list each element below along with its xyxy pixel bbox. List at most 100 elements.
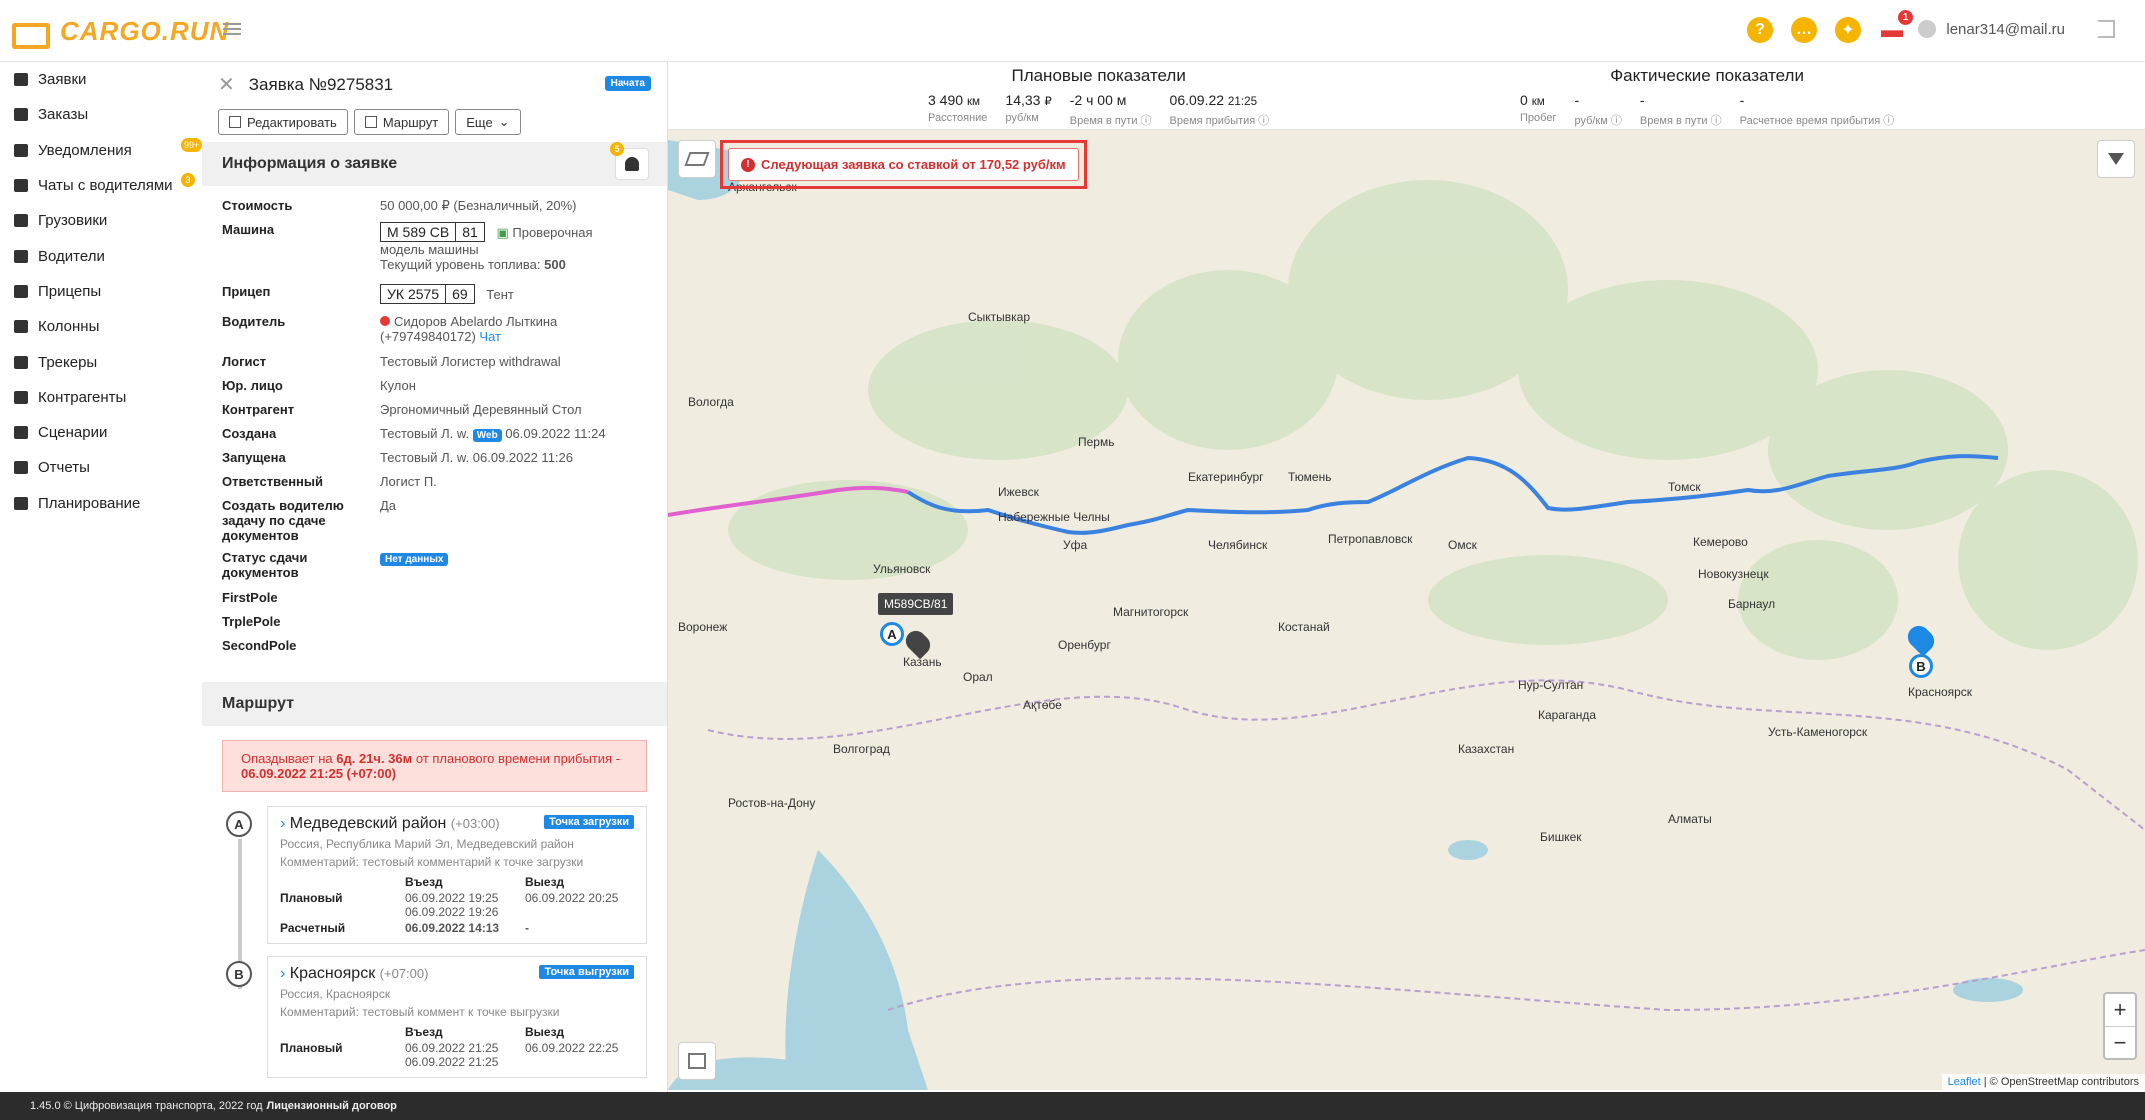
map-city-label: Караганда	[1538, 708, 1597, 722]
license-link[interactable]: Лицензионный договор	[267, 1100, 397, 1112]
sidebar-item[interactable]: Грузовики	[0, 203, 202, 238]
docs-status-badge: Нет данных	[380, 553, 449, 566]
trailer-plate[interactable]: УК 2575 69	[380, 284, 475, 304]
filter-icon	[2108, 153, 2124, 165]
menu-toggle-icon[interactable]	[223, 20, 241, 38]
sidebar-item[interactable]: Сценарии	[0, 415, 202, 450]
alert-icon: !	[741, 157, 755, 172]
route-button[interactable]: Маршрут	[353, 109, 450, 135]
sidebar-item[interactable]: Уведомления 99+	[0, 133, 203, 168]
contractor-icon	[14, 390, 28, 404]
sidebar-item[interactable]: Прицепы	[0, 274, 202, 309]
stat-item: - Расчетное время прибытия ⓘ	[1739, 92, 1895, 127]
bell-icon	[625, 157, 639, 171]
leaflet-link[interactable]: Leaflet	[1948, 1076, 1981, 1088]
stat-item: 06.09.22 21:25 Время прибытия ⓘ	[1169, 92, 1270, 127]
logout-icon[interactable]	[2097, 20, 2115, 38]
convoy-icon	[14, 320, 28, 334]
zoom-in-button[interactable]: +	[2105, 994, 2135, 1026]
zoom-out-button[interactable]: −	[2105, 1026, 2135, 1058]
driver-chat-link[interactable]: Чат	[479, 329, 501, 344]
chevron-right-icon[interactable]: ›	[280, 965, 285, 982]
map-city-label: Бишкек	[1540, 830, 1582, 844]
sidebar-item[interactable]: Планирование	[0, 486, 202, 521]
logo[interactable]: CARGO.RUN	[12, 16, 229, 49]
map-city-label: Алматы	[1668, 812, 1712, 826]
sidebar-item[interactable]: Заказы	[0, 97, 202, 132]
map-city-label: Ростов-на-Дону	[728, 796, 816, 810]
waypoint-times: Въезд Выезд Плановый 06.09.2022 21:25 06.09…	[280, 1025, 619, 1069]
filter-button[interactable]	[2097, 140, 2135, 178]
map-city-label: Ульяновск	[873, 562, 931, 576]
user-email: lenar314@mail.ru	[1946, 20, 2065, 38]
more-button[interactable]: Еще ⌄	[455, 109, 521, 135]
user-menu[interactable]: lenar314@mail.ru	[1918, 20, 2065, 38]
map-city-label: Пермь	[1078, 435, 1115, 449]
help-icon[interactable]: ?	[1747, 17, 1773, 43]
truck-label[interactable]: М589СВ/81	[878, 593, 954, 615]
order-title: Заявка №9275831	[248, 74, 394, 94]
order-panel: ✕ Заявка №9275831 Начата Редактировать М…	[202, 62, 668, 1092]
route-section-header: Маршрут	[202, 682, 667, 726]
action-buttons: Редактировать Маршрут Еще ⌄	[218, 109, 651, 135]
truck-badge: 1	[1898, 10, 1913, 25]
waypoint-letter: A	[226, 811, 252, 837]
next-order-highlight: ! Следующая заявка со ставкой от 170,52 …	[720, 140, 1087, 189]
map-city-label: Ижевск	[998, 485, 1039, 499]
sidebar-item[interactable]: Чаты с водителями 3	[0, 168, 202, 203]
map-city-label: Омск	[1448, 538, 1477, 552]
map[interactable]: Архангельск Сыктывкар Вологда Пермь Екатерин…	[668, 130, 2145, 1090]
zoom-control: + −	[2103, 992, 2137, 1060]
next-order-alert[interactable]: ! Следующая заявка со ставкой от 170,52 …	[728, 148, 1079, 181]
sidebar-item[interactable]: Контрагенты	[0, 380, 202, 415]
layers-icon	[684, 152, 710, 166]
status-dot	[380, 316, 390, 326]
layers-button[interactable]	[678, 140, 716, 178]
map-city-label: Петропавловск	[1328, 532, 1413, 546]
waypoint-a[interactable]: A › Медведевский район (+03:00) Точка за…	[226, 806, 647, 989]
sidebar-item[interactable]: Водители	[0, 238, 202, 273]
status-badge: Начата	[604, 76, 651, 91]
info-section-header: Информация о заявке 5	[202, 142, 667, 186]
stat-item: - Время в пути ⓘ	[1639, 92, 1722, 127]
close-icon[interactable]: ✕	[218, 72, 235, 97]
chevron-right-icon[interactable]: ›	[280, 815, 285, 832]
sidebar-item[interactable]: Колонны	[0, 309, 202, 344]
waypoint-letter: B	[226, 961, 252, 987]
map-city-label: Сыктывкар	[968, 310, 1031, 324]
stats-bar: Плановые показатели 3 490 км Расстояние 14…	[668, 62, 2145, 130]
waypoint-times: Въезд Выезд Плановый 06.09.2022 19:25 06.09…	[280, 875, 619, 935]
waypoint-b[interactable]: B › Красноярск (+07:00) Точка выгрузки Р…	[226, 956, 647, 1078]
truck-alert-icon[interactable]: ▬ 1	[1879, 10, 1913, 43]
map-city-label: Кемерово	[1693, 535, 1748, 549]
sidebar-item[interactable]: Трекеры	[0, 344, 202, 379]
sidebar-item[interactable]: Отчеты	[0, 450, 202, 485]
map-city-label: Усть-Каменогорск	[1768, 725, 1868, 739]
cart-icon	[14, 108, 28, 122]
marker-b[interactable]: B	[1909, 654, 1933, 678]
sidebar-item-label: Сценарии	[38, 424, 108, 442]
bell-button[interactable]: 5	[610, 142, 649, 180]
chat-icon	[14, 179, 28, 193]
panel-header: ✕ Заявка №9275831 Начата Редактировать М…	[202, 62, 667, 142]
stat-item: - руб/км ⓘ	[1574, 92, 1622, 127]
map-view-button[interactable]	[678, 1042, 716, 1080]
row-secondpole: SecondPole	[222, 638, 297, 653]
map-city-label: Воронеж	[678, 620, 728, 634]
bell-icon	[14, 143, 28, 157]
stat-item: 14,33 ₽ руб/км	[1005, 92, 1052, 124]
driver-name[interactable]: Сидоров Abelardo Лыткина	[394, 314, 557, 329]
marker-a[interactable]: A	[880, 622, 904, 646]
edit-button[interactable]: Редактировать	[218, 109, 348, 135]
map-city-label: Казахстан	[1458, 742, 1515, 756]
logo-icon	[12, 19, 52, 49]
map-city-label: Новокузнецк	[1698, 567, 1769, 581]
chat-icon[interactable]: …	[1791, 17, 1817, 43]
map-city-label: Красноярск	[1908, 685, 1973, 699]
fire-icon[interactable]: ✦	[1835, 17, 1861, 43]
car-plate[interactable]: М 589 СВ 81	[380, 222, 485, 242]
sidebar-item[interactable]: Заявки	[0, 62, 202, 97]
map-area: Плановые показатели 3 490 км Расстояние 14…	[668, 62, 2145, 1092]
stat-item: -2 ч 00 м Время в пути ⓘ	[1069, 92, 1152, 127]
orders-icon	[14, 73, 28, 87]
